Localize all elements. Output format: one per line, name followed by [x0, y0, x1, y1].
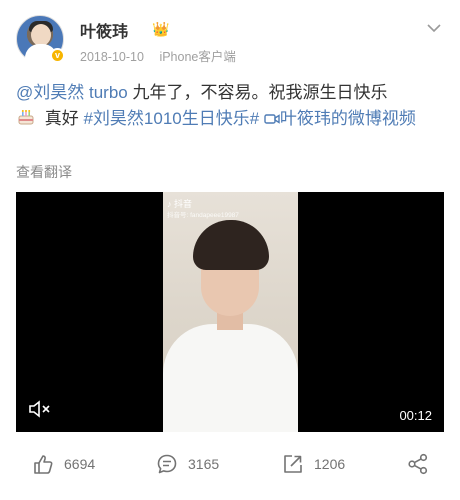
thumbs-up-icon [34, 455, 53, 474]
post-meta: 2018-10-10 iPhone客户端 [80, 46, 236, 65]
mention-link[interactable]: @刘昊然 turbo [16, 83, 128, 102]
username[interactable]: 叶筱玮 [80, 18, 128, 42]
like-button[interactable]: 6694 [32, 448, 95, 480]
hashtag-link[interactable]: #刘昊然1010生日快乐# [83, 109, 259, 128]
video-player[interactable]: ♪ 抖音 抖音号: fandapeee19987 00:12 [16, 192, 444, 432]
post-text-line1: 九年了，不容易。祝我源生日快乐 [127, 83, 388, 102]
member-crown-icon[interactable]: 👑 [152, 21, 169, 38]
comment-count: 3165 [188, 456, 220, 472]
mute-icon[interactable] [28, 400, 52, 418]
post-header: v 叶筱玮 👑 2018-10-10 iPhone客户端 [16, 15, 444, 67]
repost-button[interactable]: 1206 [282, 448, 345, 480]
verified-badge-icon: v [50, 48, 65, 63]
birthday-cake-icon [18, 110, 34, 125]
post-text: @刘昊然 turbo 九年了，不容易。祝我源生日快乐 真好 #刘昊然1010生日… [16, 80, 444, 132]
share-icon [284, 455, 302, 473]
douyin-id: 抖音号: fandapeee19987 [167, 212, 239, 219]
video-camera-icon[interactable] [264, 113, 280, 125]
post-date: 2018-10-10 [80, 50, 144, 64]
share-nodes-icon [408, 453, 428, 475]
comment-icon [157, 454, 177, 474]
chevron-down-icon[interactable] [426, 21, 442, 35]
video-link[interactable]: 叶筱玮的微博视频 [280, 109, 416, 128]
action-bar: 6694 3165 1206 [16, 448, 444, 480]
video-duration: 00:12 [399, 408, 432, 423]
post-text-line2: 真好 [40, 109, 84, 128]
translate-link[interactable]: 查看翻译 [16, 162, 72, 182]
share-button[interactable] [407, 448, 429, 480]
repost-count: 1206 [314, 456, 346, 472]
like-count: 6694 [64, 456, 96, 472]
post-source: iPhone客户端 [159, 50, 236, 64]
comment-button[interactable]: 3165 [156, 448, 219, 480]
video-thumbnail: ♪ 抖音 抖音号: fandapeee19987 [163, 192, 298, 432]
douyin-logo-text: 抖音 [174, 199, 193, 209]
